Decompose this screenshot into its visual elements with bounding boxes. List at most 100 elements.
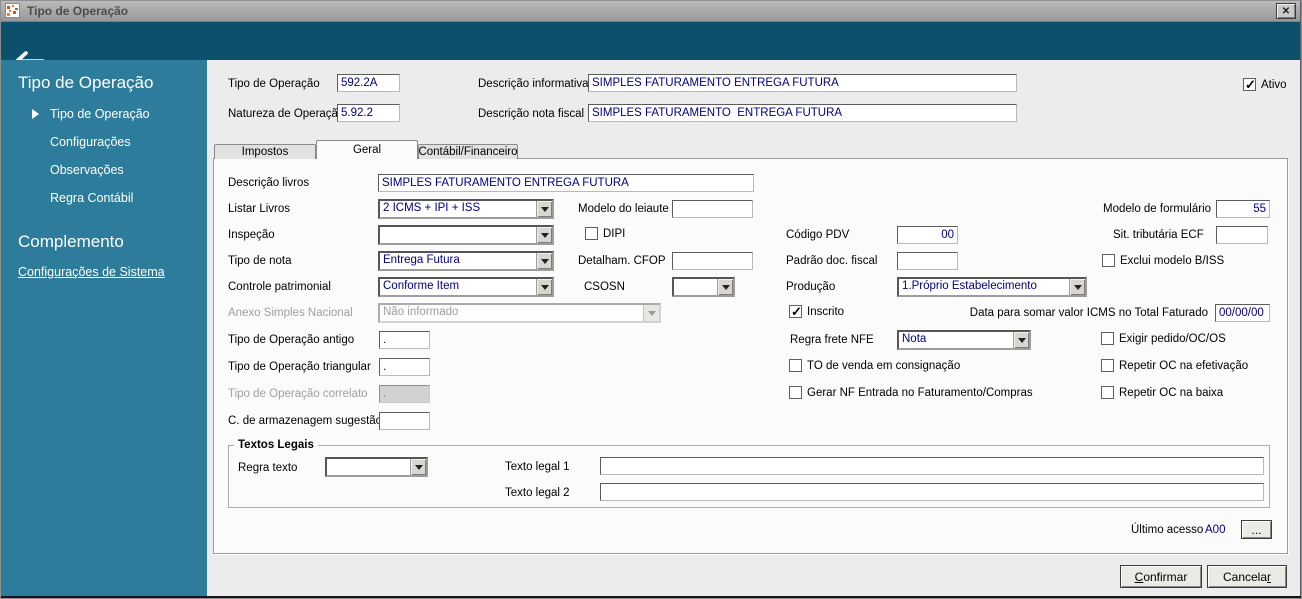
chevron-down-icon[interactable] — [536, 279, 552, 295]
ultimo-acesso-more-button[interactable]: ... — [1241, 520, 1272, 539]
modelo-leiaute-label: Modelo do leiaute — [578, 203, 669, 215]
c-armazenagem-input[interactable] — [379, 412, 430, 430]
dipi-checkbox-box[interactable] — [585, 227, 598, 240]
gerar-nf-entrada-checkbox-label: Gerar NF Entrada no Faturamento/Compras — [807, 387, 1033, 399]
sit-tributaria-ecf-input[interactable] — [1216, 226, 1268, 244]
cancel-button[interactable]: Cancela r — [1207, 565, 1287, 588]
ultimo-acesso-label: Último acesso — [1131, 524, 1204, 536]
inscrito-checkbox-label: Inscrito — [807, 306, 845, 318]
to-venda-consignacao-checkbox[interactable]: TO de venda em consignação — [789, 359, 960, 372]
chevron-down-icon[interactable] — [1013, 332, 1029, 348]
listar-livros-select[interactable]: 2 ICMS + IPI + ISS — [378, 199, 554, 219]
texto-legal-2-label: Texto legal 2 — [505, 487, 570, 499]
exclui-modelo-biss-checkbox-label: Exclui modelo B/ISS — [1120, 255, 1225, 267]
sidebar-link-configuracoes-de-sistema[interactable]: Configurações de Sistema — [18, 265, 165, 279]
header-band — [0, 22, 1302, 71]
inspecao-label: Inspeção — [228, 229, 275, 241]
data-somar-icms-label: Data para somar valor ICMS no Total Fatu… — [969, 307, 1208, 319]
to-antigo-label: Tipo de Operação antigo — [228, 334, 355, 346]
descricao-informativa-input[interactable] — [588, 74, 1017, 92]
modelo-formulario-input[interactable] — [1216, 200, 1270, 218]
exigir-pedido-checkbox-box[interactable] — [1101, 332, 1114, 345]
c-armazenagem-label: C. de armazenagem sugestão — [228, 415, 383, 427]
gerar-nf-entrada-checkbox-box[interactable] — [789, 386, 802, 399]
sidebar-section2-title: Complemento — [18, 232, 124, 251]
data-somar-icms-input[interactable] — [1215, 304, 1270, 322]
producao-label: Produção — [786, 281, 836, 293]
detalham-cfop-input[interactable] — [672, 252, 753, 270]
inspecao-select[interactable] — [378, 225, 554, 245]
anexo-simples-label: Anexo Simples Nacional — [228, 307, 353, 319]
csosn-select[interactable] — [672, 277, 735, 297]
tab-impostos[interactable]: Impostos — [214, 144, 316, 159]
app-icon — [5, 3, 20, 18]
natureza-operacao-input[interactable] — [337, 104, 400, 122]
chevron-down-icon[interactable] — [717, 279, 733, 295]
sidebar-item-tipo-de-operacao[interactable]: Tipo de Operação — [50, 107, 150, 121]
producao-select[interactable]: 1.Próprio Estabelecimento — [897, 277, 1087, 297]
regra-texto-select[interactable] — [325, 457, 428, 477]
descricao-nota-fiscal-input[interactable] — [588, 104, 1017, 122]
exclui-modelo-biss-checkbox[interactable]: Exclui modelo B/ISS — [1102, 254, 1224, 267]
to-triangular-label: Tipo de Operação triangular — [228, 361, 371, 373]
texto-legal-1-label: Texto legal 1 — [505, 461, 570, 473]
padrao-doc-fiscal-input[interactable] — [897, 252, 958, 270]
ativo-checkbox-box[interactable] — [1243, 77, 1256, 93]
to-triangular-input[interactable] — [379, 358, 430, 376]
inscrito-checkbox[interactable]: Inscrito — [789, 304, 845, 320]
tipo-de-operacao-window: Tipo de Operação ✕ Tipo de Operação Tipo… — [0, 0, 1302, 599]
sidebar-item-regra-contabil[interactable]: Regra Contábil — [50, 191, 133, 205]
repetir-oc-baixa-checkbox[interactable]: Repetir OC na baixa — [1101, 386, 1223, 399]
gerar-nf-entrada-checkbox[interactable]: Gerar NF Entrada no Faturamento/Compras — [789, 386, 1033, 399]
sidebar-item-observacoes[interactable]: Observações — [50, 163, 124, 177]
chevron-down-icon[interactable] — [536, 201, 552, 217]
modelo-formulario-label: Modelo de formulário — [1103, 203, 1212, 215]
texto-legal-1-input[interactable] — [600, 457, 1264, 475]
descricao-livros-input[interactable] — [378, 174, 754, 192]
inscrito-checkbox-box[interactable] — [789, 304, 802, 320]
csosn-label: CSOSN — [584, 281, 625, 293]
tab-contabil-financeiro[interactable]: Contábil/Financeiro — [418, 144, 518, 159]
detalham-cfop-label: Detalham. CFOP — [578, 255, 666, 267]
codigo-pdv-input[interactable] — [897, 226, 958, 244]
padrao-doc-fiscal-label: Padrão doc. fiscal — [786, 255, 878, 267]
ultimo-acesso-value: A00 — [1205, 524, 1226, 536]
modelo-leiaute-input[interactable] — [672, 200, 753, 218]
sit-tributaria-ecf-label: Sit. tributária ECF — [1113, 229, 1204, 241]
controle-patrimonial-select[interactable]: Conforme Item — [378, 277, 554, 297]
chevron-down-icon[interactable] — [536, 227, 552, 243]
chevron-down-icon[interactable] — [536, 253, 552, 269]
chevron-down-icon[interactable] — [1069, 279, 1085, 295]
exigir-pedido-checkbox[interactable]: Exigir pedido/OC/OS — [1101, 332, 1226, 345]
descricao-livros-label: Descrição livros — [228, 177, 310, 189]
to-venda-consignacao-checkbox-box[interactable] — [789, 359, 802, 372]
texto-legal-2-input[interactable] — [600, 483, 1264, 501]
natureza-operacao-label: Natureza de Operação — [228, 108, 345, 120]
to-correlato-input — [379, 385, 430, 403]
to-antigo-input[interactable] — [379, 331, 430, 349]
dipi-checkbox[interactable]: DIPI — [585, 227, 625, 240]
sidebar-section-title: Tipo de Operação — [18, 73, 154, 92]
ativo-checkbox[interactable]: Ativo — [1243, 77, 1287, 93]
regra-frete-nfe-select[interactable]: Nota — [897, 330, 1031, 350]
repetir-oc-efetivacao-checkbox-box[interactable] — [1101, 359, 1114, 372]
tipo-operacao-input[interactable] — [337, 74, 400, 92]
regra-texto-label: Regra texto — [238, 462, 298, 474]
repetir-oc-baixa-checkbox-box[interactable] — [1101, 386, 1114, 399]
descricao-nota-fiscal-label: Descrição nota fiscal — [478, 108, 585, 120]
sidebar-item-configuracoes[interactable]: Configurações — [50, 135, 131, 149]
close-button[interactable]: ✕ — [1276, 3, 1296, 19]
exclui-modelo-biss-checkbox-box[interactable] — [1102, 254, 1115, 267]
window-title: Tipo de Operação — [27, 4, 129, 18]
repetir-oc-efetivacao-checkbox[interactable]: Repetir OC na efetivação — [1101, 359, 1248, 372]
chevron-down-icon[interactable] — [410, 459, 426, 475]
app-icon-glyph — [7, 5, 18, 16]
ativo-checkbox-label: Ativo — [1261, 79, 1287, 91]
tipo-nota-select[interactable]: Entrega Futura — [378, 251, 554, 271]
confirm-button[interactable]: Confirmar — [1120, 565, 1202, 588]
to-venda-consignacao-checkbox-label: TO de venda em consignação — [807, 360, 961, 372]
textos-legais-title: Textos Legais — [234, 439, 318, 451]
dipi-checkbox-label: DIPI — [603, 228, 626, 240]
tab-geral[interactable]: Geral — [316, 140, 418, 159]
regra-frete-nfe-label: Regra frete NFE — [790, 334, 874, 346]
